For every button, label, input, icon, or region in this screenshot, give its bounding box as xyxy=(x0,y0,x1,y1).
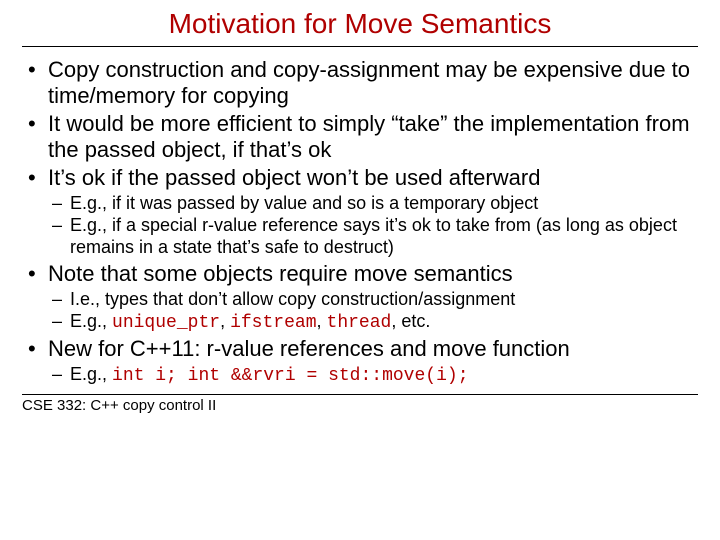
sep: , xyxy=(220,311,230,331)
sub-list: I.e., types that don’t allow copy constr… xyxy=(48,289,698,335)
bullet-text: It would be more efficient to simply “ta… xyxy=(48,111,690,162)
bullet-item: It’s ok if the passed object won’t be us… xyxy=(22,165,698,259)
sub-prefix: E.g., xyxy=(70,311,112,331)
bullet-text: New for C++11: r-value references and mo… xyxy=(48,336,570,361)
code-snippet: thread xyxy=(327,313,392,333)
sub-item: E.g., unique_ptr, ifstream, thread, etc. xyxy=(48,311,698,335)
code-snippet: unique_ptr xyxy=(112,313,220,333)
bullet-text: Copy construction and copy-assignment ma… xyxy=(48,57,690,108)
code-snippet: ifstream xyxy=(230,313,316,333)
sub-item: E.g., if it was passed by value and so i… xyxy=(48,193,698,215)
sub-item: I.e., types that don’t allow copy constr… xyxy=(48,289,698,311)
bullet-text: It’s ok if the passed object won’t be us… xyxy=(48,165,540,190)
sub-list: E.g., if it was passed by value and so i… xyxy=(48,193,698,259)
sub-item: E.g., int i; int &&rvri = std::move(i); xyxy=(48,364,698,388)
slide-title: Motivation for Move Semantics xyxy=(22,8,698,47)
sub-item: E.g., if a special r-value reference say… xyxy=(48,215,698,259)
slide-footer: CSE 332: C++ copy control II xyxy=(22,395,698,414)
sub-prefix: E.g., xyxy=(70,364,112,384)
bullet-item: It would be more efficient to simply “ta… xyxy=(22,111,698,163)
sep: , xyxy=(317,311,327,331)
bullet-list: Copy construction and copy-assignment ma… xyxy=(22,57,698,388)
bullet-text: Note that some objects require move sema… xyxy=(48,261,513,286)
sub-text: E.g., if it was passed by value and so i… xyxy=(70,193,538,213)
bullet-item: Copy construction and copy-assignment ma… xyxy=(22,57,698,109)
sub-text: I.e., types that don’t allow copy constr… xyxy=(70,289,515,309)
code-snippet: int i; int &&rvri = std::move(i); xyxy=(112,366,468,386)
sub-text: E.g., if a special r-value reference say… xyxy=(70,215,677,257)
sub-suffix: , etc. xyxy=(391,311,430,331)
bullet-item: Note that some objects require move sema… xyxy=(22,261,698,335)
bullet-item: New for C++11: r-value references and mo… xyxy=(22,336,698,388)
sub-list: E.g., int i; int &&rvri = std::move(i); xyxy=(48,364,698,388)
